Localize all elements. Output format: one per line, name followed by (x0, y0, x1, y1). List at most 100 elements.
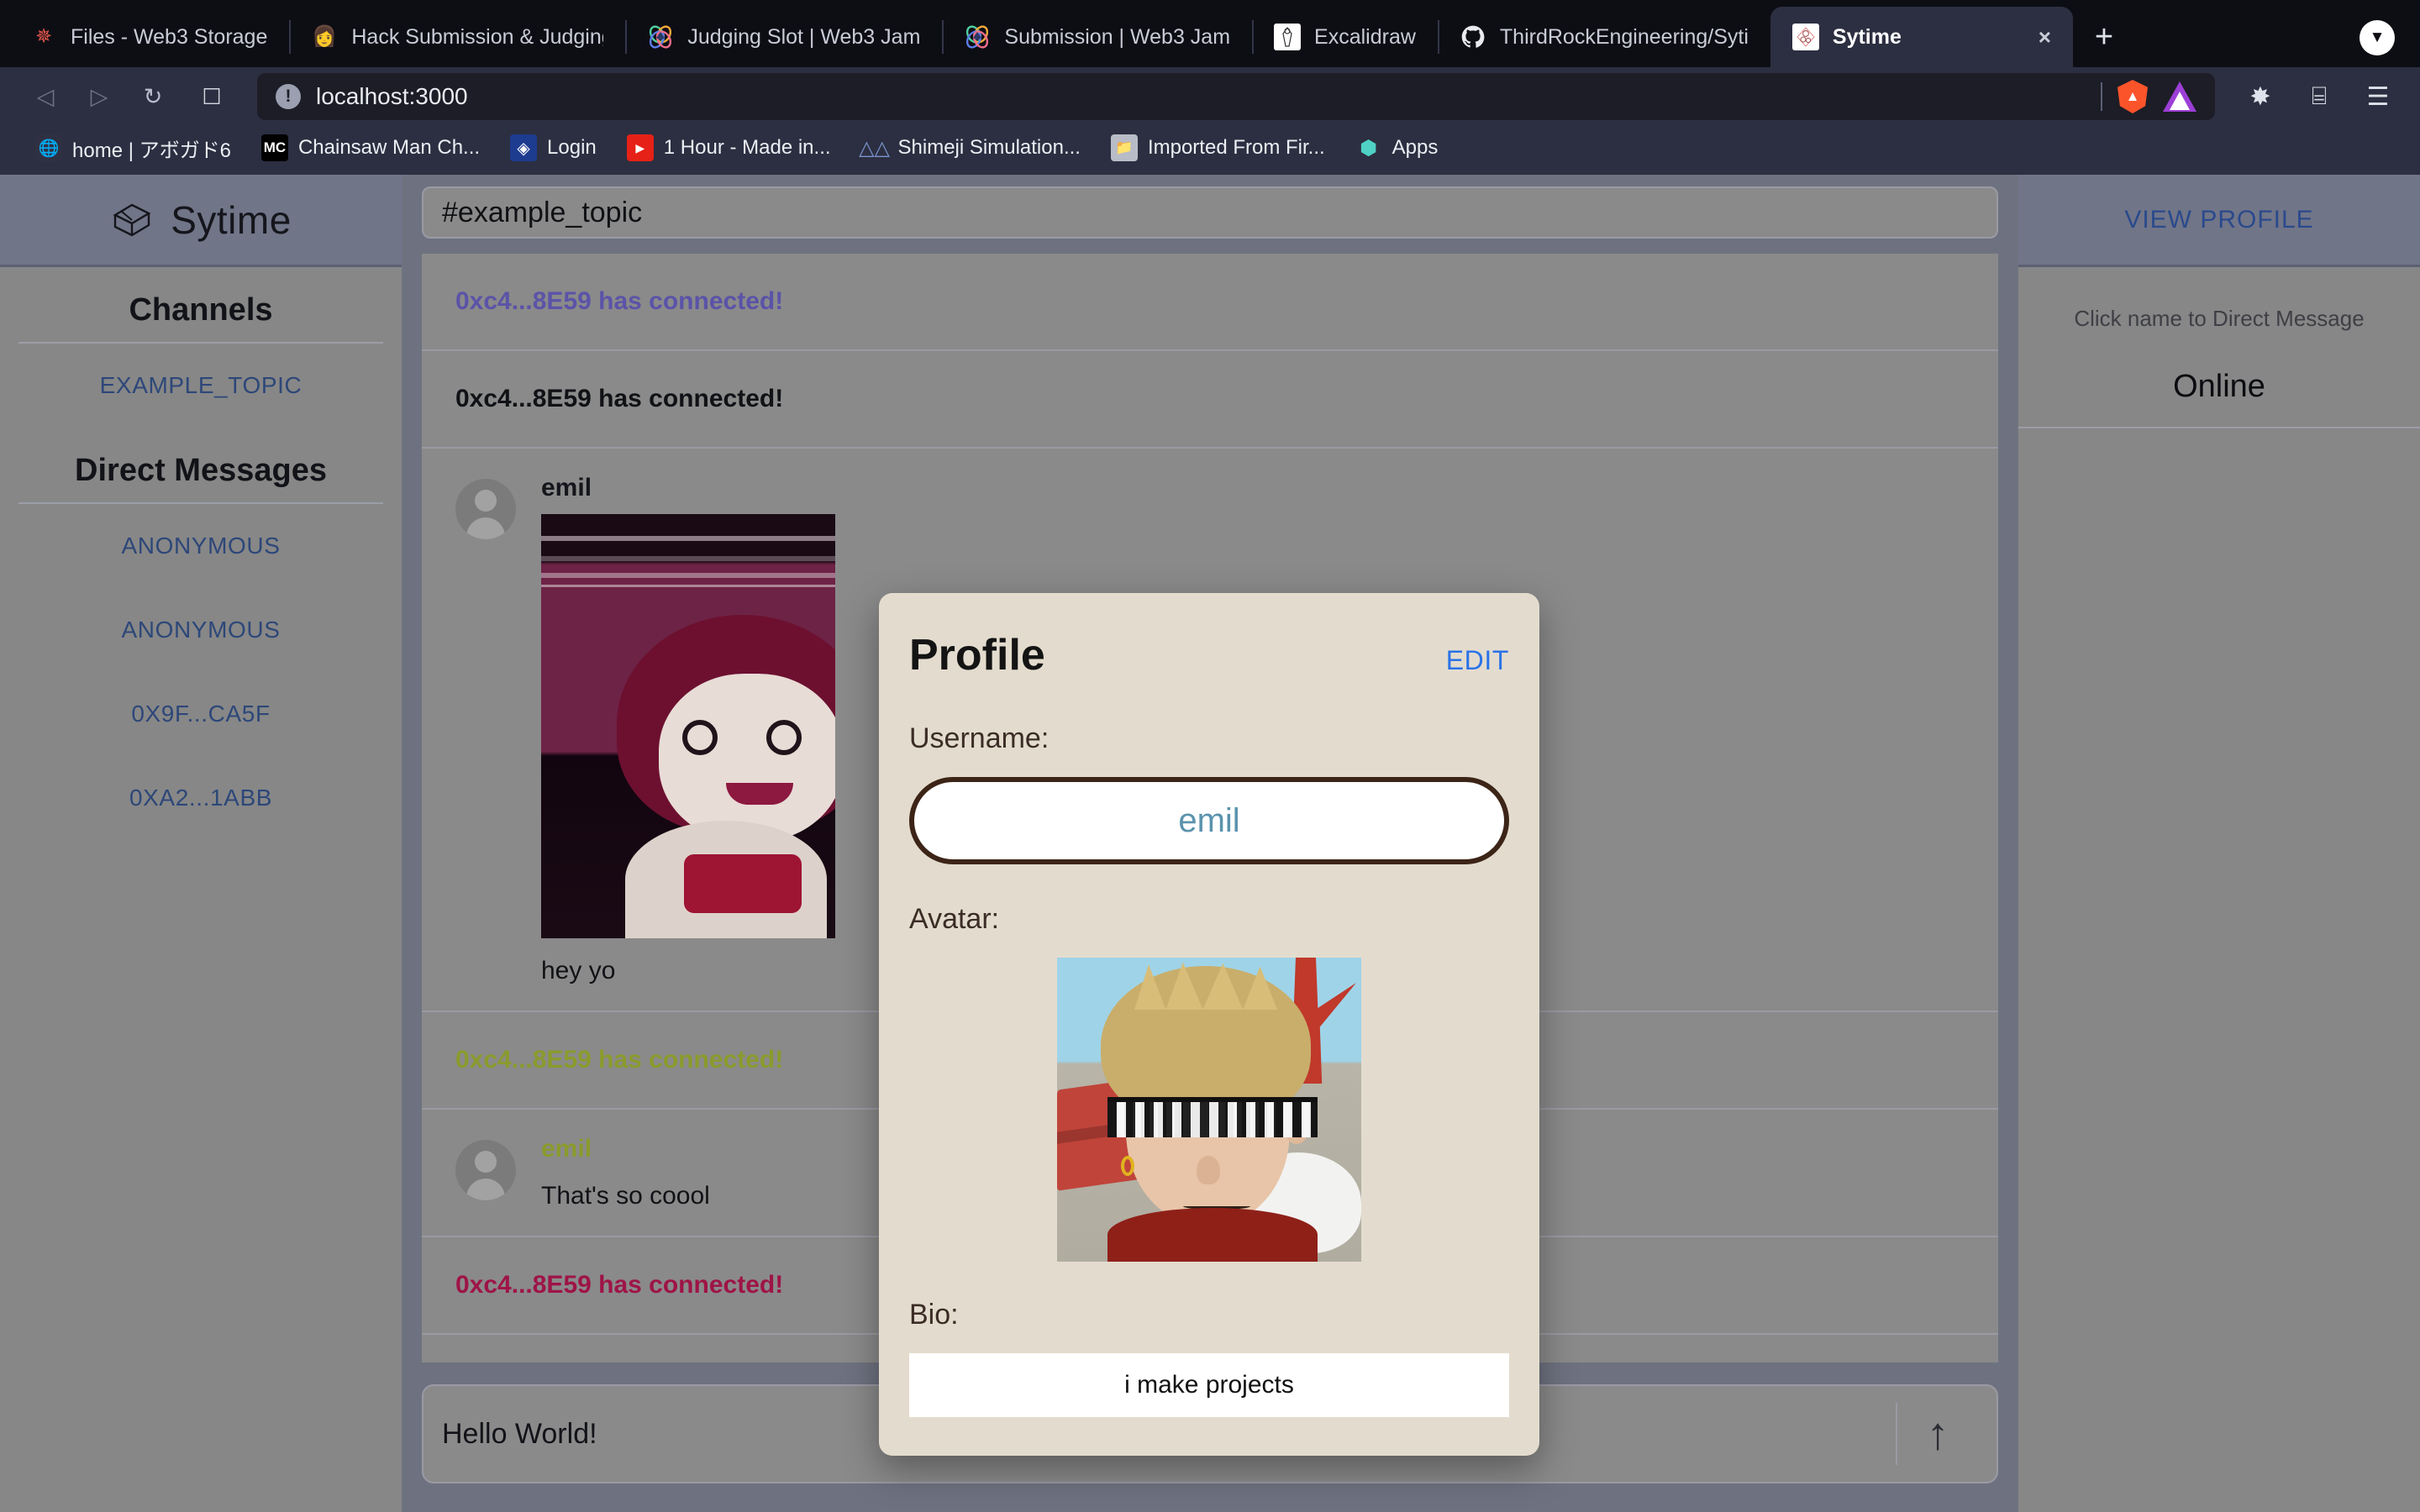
topic-input[interactable]: #example_topic (422, 186, 1998, 239)
wallet-icon[interactable]: ⌸ (2296, 73, 2343, 120)
tabstrip-right-controls: ▼ (2360, 20, 2420, 67)
toolbar-right-icons: ✸ ⌸ ☰ (2237, 73, 2402, 120)
system-message-text: 0xc4...8E59 has connected! (455, 385, 784, 412)
send-arrow-icon[interactable]: ↑ (1897, 1394, 1978, 1474)
folder-icon: 📁 (1110, 134, 1138, 161)
sytime-app: Sytime Channels EXAMPLE_TOPIC Direct Mes… (0, 175, 2420, 1512)
app-brand: Sytime (0, 175, 402, 267)
modal-title: Profile (909, 631, 1045, 680)
tab-label: ThirdRockEngineering/Syti (1499, 24, 1749, 49)
bat-token-icon[interactable] (2163, 81, 2196, 112)
edit-profile-button[interactable]: EDIT (1446, 645, 1509, 676)
username-label: Username: (909, 722, 1050, 754)
bookmark-icon[interactable]: ☐ (187, 71, 237, 122)
bookmark-chainsaw-man[interactable]: MC Chainsaw Man Ch... (246, 134, 495, 161)
bookmark-1-hour[interactable]: ▶ 1 Hour - Made in... (612, 134, 846, 161)
system-message-row: 0xc4...8E59 has connected! (422, 351, 1998, 449)
apps-icon: ⬢ (1360, 136, 1378, 160)
tab-label: Sytime (1832, 24, 1902, 49)
reload-button[interactable]: ↻ (126, 70, 180, 123)
close-icon[interactable]: × (2018, 24, 2051, 50)
forward-button[interactable]: ▷ (72, 70, 126, 123)
excalidraw-icon (1274, 24, 1302, 50)
avatar-label: Avatar: (909, 903, 1000, 935)
tab-label: Judging Slot | Web3 Jam (687, 24, 921, 49)
browser-tab-thirdrockengineering[interactable]: ThirdRockEngineering/Syti (1437, 7, 1770, 67)
system-message-row: 0xc4...8E59 has connected! (422, 254, 1998, 351)
tab-label: Excalidraw (1314, 24, 1416, 49)
tab-strip: ✵ Files - Web3 Storage 👩 Hack Submission… (0, 0, 2420, 67)
chevron-down-icon[interactable]: ▼ (2360, 20, 2395, 55)
extensions-icon[interactable]: ✸ (2237, 73, 2284, 120)
sytime-icon (1791, 24, 1819, 50)
bookmark-home[interactable]: 🌐 home | アボガド6 (20, 134, 246, 163)
bookmark-label: 1 Hour - Made in... (663, 136, 831, 159)
bookmark-label: Login (547, 136, 597, 159)
avatar (455, 1140, 516, 1200)
left-sidebar: Sytime Channels EXAMPLE_TOPIC Direct Mes… (0, 175, 403, 1512)
youtube-icon: ▶ (626, 134, 654, 161)
message-image-attachment (541, 514, 835, 938)
username-field[interactable]: emil (909, 777, 1509, 864)
url-path: :3000 (408, 83, 468, 109)
browser-tab-files-web3-storage[interactable]: ✵ Files - Web3 Storage (8, 7, 289, 67)
sidebar-dm-0xa2[interactable]: 0XA2...1ABB (0, 756, 402, 840)
mc-icon: MC (260, 134, 288, 161)
tab-label: Submission | Web3 Jam (1004, 24, 1231, 49)
divider (2018, 427, 2420, 428)
app-title: Sytime (171, 197, 292, 242)
avatar (455, 479, 516, 539)
bio-field[interactable]: i make projects (909, 1353, 1509, 1417)
tab-label: Files - Web3 Storage (71, 24, 268, 49)
asterisk-icon: ✵ (34, 25, 53, 48)
modal-header: Profile EDIT (909, 630, 1509, 680)
bookmark-shimeji[interactable]: △△ Shimeji Simulation... (846, 134, 1096, 161)
online-heading: Online (2173, 369, 2265, 404)
view-profile-bar: VIEW PROFILE (2018, 175, 2420, 267)
bookmark-label: home | アボガド6 (72, 139, 231, 162)
sidebar-dm-anonymous-1[interactable]: ANONYMOUS (0, 504, 402, 588)
shimeji-icon: △△ (859, 136, 890, 160)
right-sidebar: VIEW PROFILE Click name to Direct Messag… (2017, 175, 2420, 1512)
cube-icon (110, 198, 154, 242)
globe-icon: 🌐 (35, 134, 62, 161)
view-profile-button[interactable]: VIEW PROFILE (2124, 206, 2313, 234)
bookmark-login[interactable]: ◈ Login (495, 134, 612, 161)
bio-label: Bio: (909, 1299, 959, 1331)
ethereum-icon (964, 24, 991, 50)
browser-window: ✵ Files - Web3 Storage 👩 Hack Submission… (0, 0, 2420, 1512)
new-tab-button[interactable]: + (2073, 7, 2135, 67)
bookmark-label: Imported From Fir... (1147, 136, 1325, 159)
browser-tab-submission-web3-jam[interactable]: Submission | Web3 Jam (942, 7, 1252, 67)
brave-shields-icon[interactable]: ▲ (2118, 80, 2148, 113)
browser-tab-sytime[interactable]: Sytime × (1770, 7, 2073, 67)
message-author[interactable]: emil (541, 474, 1965, 502)
not-secure-icon[interactable]: ! (276, 84, 301, 109)
browser-tab-hack-submission-judging[interactable]: 👩 Hack Submission & Judging (289, 7, 625, 67)
shield-icon: ◈ (510, 134, 538, 161)
sidebar-dm-anonymous-2[interactable]: ANONYMOUS (0, 588, 402, 672)
back-button[interactable]: ◁ (18, 70, 72, 123)
browser-tab-judging-slot-web3-jam[interactable]: Judging Slot | Web3 Jam (625, 7, 942, 67)
bookmark-label: Chainsaw Man Ch... (297, 136, 481, 159)
divider (2101, 82, 2102, 111)
tab-label: Hack Submission & Judging (351, 24, 604, 49)
channels-heading: Channels (129, 292, 273, 328)
browser-toolbar: ◁ ▷ ↻ ☐ ! localhost :3000 ▲ ✸ ⌸ ☰ (0, 67, 2420, 126)
url-host: localhost (316, 83, 409, 109)
dm-hint-text: Click name to Direct Message (2074, 306, 2365, 331)
bookmark-imported-from-firefox[interactable]: 📁 Imported From Fir... (1096, 134, 1340, 161)
bookmark-label: Shimeji Simulation... (897, 136, 1081, 159)
person-icon: 👩 (312, 25, 338, 48)
address-bar[interactable]: ! localhost :3000 ▲ (257, 73, 2215, 120)
profile-modal: Profile EDIT Username: emil Avatar: Bio:… (879, 593, 1539, 1456)
browser-tab-excalidraw[interactable]: Excalidraw (1252, 7, 1438, 67)
sidebar-dm-0x9f[interactable]: 0X9F...CA5F (0, 672, 402, 756)
ethereum-icon (647, 24, 674, 50)
direct-messages-heading: Direct Messages (75, 453, 327, 488)
bookmark-apps[interactable]: ⬢ Apps (1340, 134, 1454, 161)
sidebar-channel-example-topic[interactable]: EXAMPLE_TOPIC (0, 344, 402, 428)
address-bar-actions: ▲ (2084, 80, 2196, 113)
system-message-text: 0xc4...8E59 has connected! (455, 287, 784, 315)
menu-icon[interactable]: ☰ (2354, 73, 2402, 120)
